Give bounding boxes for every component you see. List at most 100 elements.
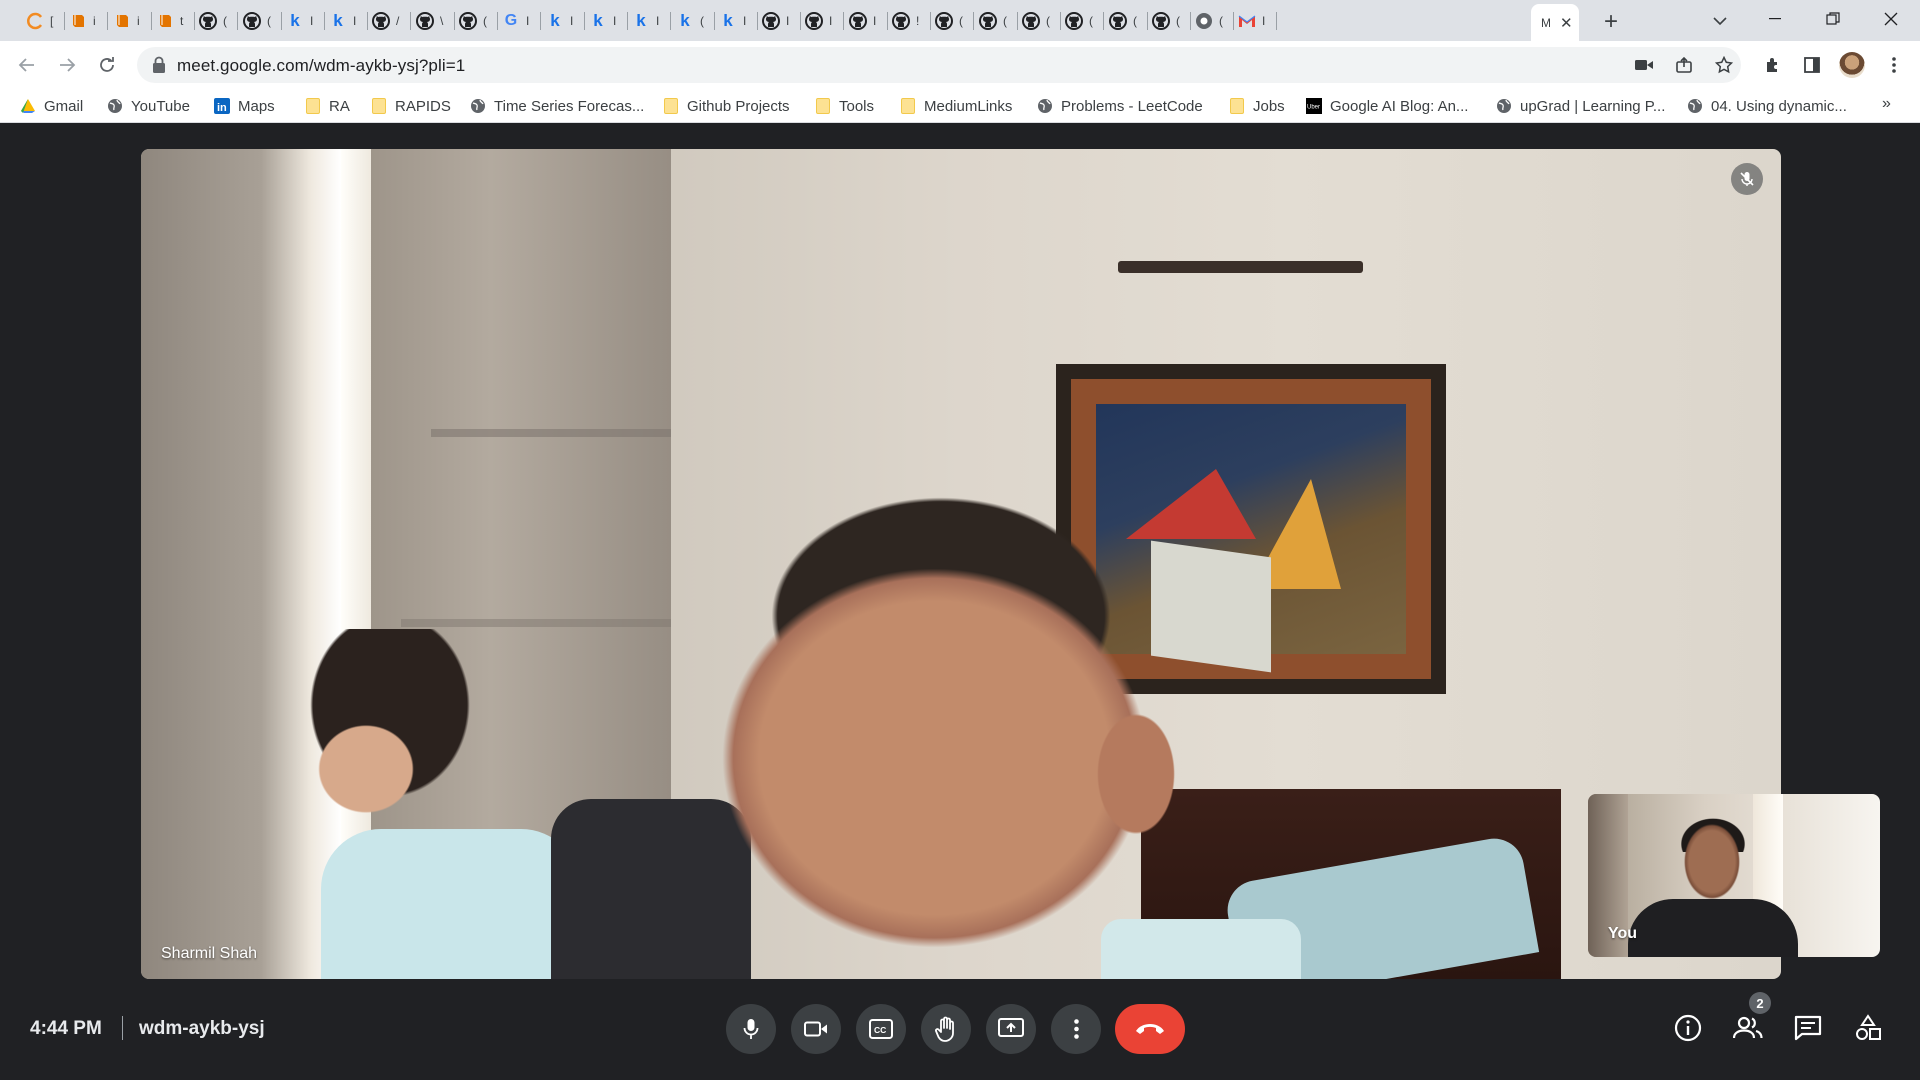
browser-tab[interactable]: I xyxy=(796,7,844,35)
browser-tab[interactable]: ( xyxy=(190,7,238,35)
bookmark-item[interactable]: Gmail xyxy=(20,95,83,117)
k-icon: k xyxy=(680,11,690,30)
minimize-button[interactable] xyxy=(1752,0,1798,38)
browser-tab[interactable]: t xyxy=(147,7,195,35)
participant-name: Sharmil Shah xyxy=(161,945,258,962)
man-ear xyxy=(1081,689,1191,859)
bookmark-item[interactable]: in Maps xyxy=(214,95,275,117)
browser-tab[interactable]: kI xyxy=(580,7,628,35)
more-options-icon xyxy=(1073,1019,1079,1039)
man-shirt-collar xyxy=(1101,919,1301,979)
browser-tab[interactable]: ( xyxy=(1143,7,1191,35)
more-options-button[interactable] xyxy=(1051,1004,1101,1054)
browser-tab[interactable]: I xyxy=(753,7,801,35)
browser-tab[interactable]: k( xyxy=(667,7,715,35)
globe-icon xyxy=(470,98,486,114)
browser-tab[interactable]: i xyxy=(60,7,108,35)
bookmark-item[interactable]: MediumLinks xyxy=(900,95,1012,117)
forward-arrow-icon xyxy=(60,58,76,72)
bookmark-label: Gmail xyxy=(44,97,84,115)
share-icon[interactable] xyxy=(1673,54,1695,76)
captions-button[interactable]: CC xyxy=(856,1004,906,1054)
browser-tab[interactable]: ! xyxy=(883,7,931,35)
tab-strip: [i i t((k Ik I / \(G Ik Ik Ik Ik(k I I I I!(((((((I M … xyxy=(0,0,1920,41)
browser-tab[interactable]: i xyxy=(104,7,152,35)
main-participant-video[interactable]: Sharmil Shah xyxy=(141,149,1781,979)
browser-tab[interactable]: \ xyxy=(407,7,455,35)
browser-tab[interactable]: kI xyxy=(277,7,325,35)
bookmark-item[interactable]: 04. Using dynamic... xyxy=(1687,95,1847,117)
present-icon xyxy=(998,1018,1024,1037)
new-tab-button[interactable]: + xyxy=(1597,8,1625,36)
bookmark-star-icon[interactable] xyxy=(1713,54,1735,76)
bookmark-item[interactable]: YouTube xyxy=(107,95,190,117)
k-icon: k xyxy=(593,11,603,30)
browser-tab[interactable]: I xyxy=(1229,7,1277,35)
browser-tab[interactable]: [ xyxy=(17,7,65,35)
close-tab-icon[interactable]: ✕ xyxy=(1560,14,1573,32)
browser-tab[interactable]: GI xyxy=(493,7,541,35)
github-icon xyxy=(416,12,434,30)
present-button[interactable] xyxy=(986,1004,1036,1054)
bookmarks-overflow-button[interactable]: » xyxy=(1882,95,1891,113)
reload-icon xyxy=(100,57,114,72)
bookmark-item[interactable]: Github Projects xyxy=(663,95,790,117)
close-window-button[interactable] xyxy=(1868,0,1914,38)
tab-active-google-meet[interactable]: M ✕ xyxy=(1531,4,1579,41)
profile-avatar[interactable] xyxy=(1839,52,1865,78)
camera-in-use-icon[interactable] xyxy=(1633,54,1655,76)
bookmark-item[interactable]: upGrad | Learning P... xyxy=(1496,95,1665,117)
browser-tab[interactable]: kI xyxy=(710,7,758,35)
browser-tab[interactable]: ( xyxy=(1013,7,1061,35)
self-view-tile[interactable]: You xyxy=(1588,794,1880,957)
browser-tab[interactable]: ( xyxy=(1056,7,1104,35)
activities-button[interactable] xyxy=(1850,1010,1886,1046)
browser-tab[interactable]: ( xyxy=(970,7,1018,35)
camera-button[interactable] xyxy=(791,1004,841,1054)
bookmark-item[interactable]: Uber Google AI Blog: An... xyxy=(1306,95,1468,117)
url-text[interactable]: meet.google.com/wdm-aykb-ysj?pli=1 xyxy=(177,56,465,76)
browser-tab[interactable]: ( xyxy=(234,7,282,35)
browser-tab[interactable]: ( xyxy=(1186,7,1234,35)
chat-icon xyxy=(1794,1015,1822,1041)
globe-icon xyxy=(107,98,123,114)
lock-icon[interactable] xyxy=(152,56,166,74)
browser-tab[interactable]: kI xyxy=(537,7,585,35)
browser-tab[interactable]: ( xyxy=(450,7,498,35)
google-icon: G xyxy=(504,12,518,29)
github-icon xyxy=(979,12,997,30)
side-panel-icon[interactable] xyxy=(1800,53,1824,77)
meeting-details-button[interactable] xyxy=(1670,1010,1706,1046)
bookmark-item[interactable]: RAPIDS xyxy=(371,95,451,117)
browser-tab[interactable]: kI xyxy=(320,7,368,35)
restore-button[interactable] xyxy=(1810,0,1856,38)
bookmark-item[interactable]: Jobs xyxy=(1229,95,1285,117)
reload-button[interactable] xyxy=(93,51,121,79)
globe-icon xyxy=(1687,98,1703,114)
bookmark-item[interactable]: RA xyxy=(305,95,350,117)
browser-menu-icon[interactable] xyxy=(1882,53,1906,77)
chrome-dev-icon xyxy=(1195,12,1213,30)
browser-tab[interactable]: ( xyxy=(1100,7,1148,35)
forward-button[interactable] xyxy=(53,51,81,79)
microphone-button[interactable] xyxy=(726,1004,776,1054)
active-tab-title: M xyxy=(1541,15,1550,30)
bookmark-item[interactable]: Tools xyxy=(815,95,874,117)
address-bar[interactable]: meet.google.com/wdm-aykb-ysj?pli=1 xyxy=(137,47,1741,83)
end-call-button[interactable] xyxy=(1115,1004,1185,1054)
back-button[interactable] xyxy=(13,51,41,79)
browser-tab[interactable]: ( xyxy=(926,7,974,35)
browser-tab[interactable]: / xyxy=(363,7,411,35)
restore-icon xyxy=(1826,12,1840,25)
people-button[interactable] xyxy=(1730,1010,1766,1046)
browser-tab[interactable]: I xyxy=(840,7,888,35)
bookmark-item[interactable]: Problems - LeetCode xyxy=(1037,95,1203,117)
raise-hand-button[interactable] xyxy=(921,1004,971,1054)
self-shirt xyxy=(1628,899,1798,957)
tab-search-button[interactable] xyxy=(1706,8,1734,34)
bookmark-item[interactable]: Time Series Forecas... xyxy=(470,95,644,117)
browser-tab[interactable]: kI xyxy=(623,7,671,35)
extensions-icon[interactable] xyxy=(1761,53,1785,77)
chat-button[interactable] xyxy=(1790,1010,1826,1046)
blind-fold xyxy=(431,429,671,437)
